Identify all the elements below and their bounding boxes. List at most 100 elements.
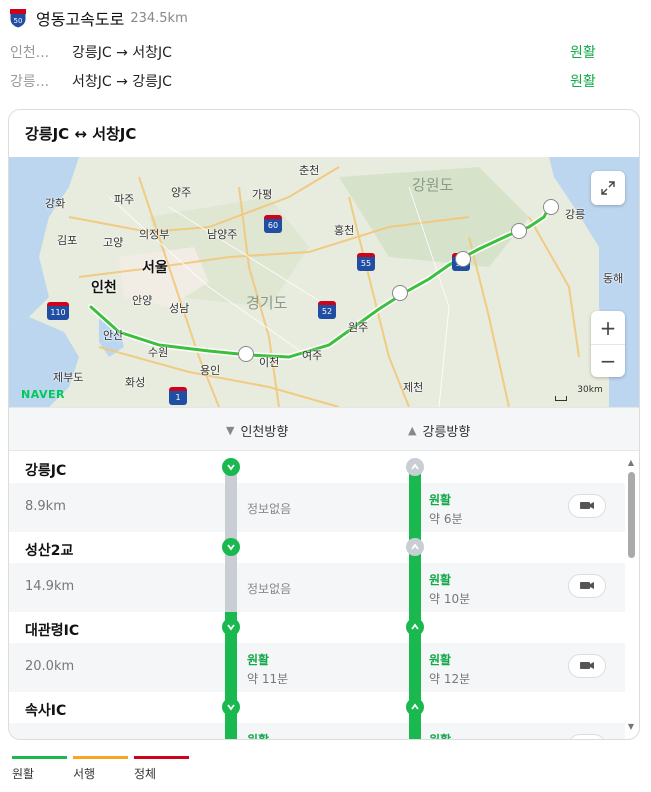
map-label: 홍천 xyxy=(334,224,355,237)
incheon-time: 약 11분 xyxy=(247,672,289,686)
map-label: 강릉 xyxy=(565,208,586,221)
segment-row: 성산2교 14.9km 정보없음 원활 약 10분 xyxy=(9,532,625,612)
map-label: 동해 xyxy=(603,272,624,285)
cctv-marker-icon[interactable] xyxy=(455,251,471,267)
down-arrow-icon xyxy=(222,698,240,716)
traffic-map[interactable]: 60 55 52 110 1 50 춘천 강원도 파주 양주 가평 강화 의정부… xyxy=(9,157,639,407)
up-arrow-icon xyxy=(406,618,424,636)
map-label: 강원도 xyxy=(412,176,454,194)
map-label: 경기도 xyxy=(246,294,288,312)
map-label: 인천 xyxy=(91,280,117,296)
incheon-info: 원활 약 11분 xyxy=(247,651,288,687)
direction-row-incheon[interactable]: 인천... 강릉JC → 서창JC 원활 xyxy=(10,41,610,63)
cctv-marker-icon[interactable] xyxy=(511,223,527,239)
highway-110-icon: 110 xyxy=(47,302,69,320)
segment-row: 대관령IC 20.0km 원활 약 11분 원활 약 12분 xyxy=(9,612,625,692)
gangneung-time: 약 10분 xyxy=(429,592,471,606)
zoom-in-button[interactable]: + xyxy=(591,311,625,344)
gangneung-status: 원활 xyxy=(429,653,452,667)
map-label: 여주 xyxy=(302,349,323,362)
gangneung-time: 약 6분 xyxy=(429,512,463,526)
gangneung-info: 원활 약 10분 xyxy=(429,571,470,607)
scroll-down-arrow-icon[interactable]: ▼ xyxy=(627,722,635,731)
incheon-status: 원활 xyxy=(247,653,270,667)
map-label: 김포 xyxy=(57,234,78,247)
map-label: 파주 xyxy=(114,193,135,206)
camera-icon xyxy=(580,582,594,589)
segment-distance: 8.9km xyxy=(25,499,66,514)
legend-item: 원활 xyxy=(12,756,67,782)
gangneung-status: 원활 xyxy=(429,573,452,587)
gangneung-info: 원활 약 12분 xyxy=(429,651,470,687)
gangneung-status: 원활 xyxy=(429,493,452,507)
map-label: 이천 xyxy=(259,356,280,369)
segment-name: 강릉JC xyxy=(25,463,67,479)
highway-1-icon: 1 xyxy=(169,387,187,405)
segment-name: 성산2교 xyxy=(25,543,74,559)
incheon-status: 원활 xyxy=(247,733,270,740)
cctv-marker-icon[interactable] xyxy=(543,199,559,215)
map-label: 강화 xyxy=(45,197,66,210)
down-triangle-icon: ▼ xyxy=(226,424,235,437)
gangneung-info: 원활 xyxy=(429,731,452,740)
up-arrow-icon xyxy=(406,458,424,476)
map-label: 화성 xyxy=(125,376,146,389)
svg-text:50: 50 xyxy=(14,17,23,25)
map-label: 가평 xyxy=(252,188,273,201)
incheon-status: 정보없음 xyxy=(247,582,292,596)
incheon-info: 원활 xyxy=(247,731,270,740)
cctv-button[interactable] xyxy=(568,654,606,678)
gangneung-info: 원활 약 6분 xyxy=(429,491,463,527)
scrollbar-thumb[interactable] xyxy=(628,472,635,558)
naver-logo: NAVER xyxy=(21,388,65,401)
segment-distance: 14.9km xyxy=(25,579,75,594)
scroll-up-arrow-icon[interactable]: ▲ xyxy=(627,458,635,467)
direction-status: 원활 xyxy=(570,45,596,61)
highway-60-icon: 60 xyxy=(264,215,282,233)
map-label: 제천 xyxy=(403,381,424,394)
highway-length: 234.5km xyxy=(130,10,188,26)
map-label: 안산 xyxy=(103,329,124,342)
camera-icon xyxy=(580,502,594,509)
segment-scrollbar[interactable]: ▲ ▼ xyxy=(627,458,635,731)
expand-map-button[interactable] xyxy=(591,171,625,205)
cctv-button[interactable] xyxy=(568,574,606,598)
map-scale: 30km xyxy=(555,385,625,401)
gangneung-status: 원활 xyxy=(429,733,452,740)
zoom-out-button[interactable]: − xyxy=(591,344,625,377)
segment-name: 속사IC xyxy=(25,703,67,719)
cctv-marker-icon[interactable] xyxy=(238,346,254,362)
cctv-button[interactable] xyxy=(568,494,606,518)
legend-item: 서행 xyxy=(73,756,128,782)
direction-row-gangneung[interactable]: 강릉... 서창JC → 강릉JC 원활 xyxy=(10,70,610,92)
section-title: 강릉JC ↔ 서창JC xyxy=(25,125,137,143)
direction-status: 원활 xyxy=(570,74,596,90)
segment-row: 속사IC 원활 원활 xyxy=(9,692,625,740)
highway-name: 영동고속도로 xyxy=(36,10,125,29)
map-label: 용인 xyxy=(200,364,221,377)
up-arrow-icon xyxy=(406,538,424,556)
scale-label: 30km xyxy=(577,385,603,395)
cctv-button[interactable] xyxy=(568,734,606,739)
highway-shield-icon: 50 xyxy=(8,7,28,29)
camera-icon xyxy=(580,662,594,669)
map-label: 수원 xyxy=(148,346,169,359)
down-arrow-icon xyxy=(222,458,240,476)
map-label: 서울 xyxy=(142,260,168,276)
column-incheon: ▼ 인천방향 xyxy=(226,424,289,440)
map-label: 의정부 xyxy=(139,228,170,241)
direction-columns-header: ▼ 인천방향 ▲ 강릉방향 xyxy=(9,407,639,451)
direction-from: 강릉... xyxy=(10,74,50,90)
map-label: 제부도 xyxy=(53,371,84,384)
zoom-control: + − xyxy=(591,311,625,377)
direction-route: 서창JC → 강릉JC xyxy=(72,74,172,90)
map-label: 춘천 xyxy=(299,164,320,177)
highway-52-icon: 52 xyxy=(318,301,336,319)
map-label: 안양 xyxy=(132,294,153,307)
gangneung-time: 약 12분 xyxy=(429,672,471,686)
segment-list[interactable]: 강릉JC 8.9km 정보없음 원활 약 6분 성산2교 14.9km 정보없음… xyxy=(9,452,639,740)
cctv-marker-icon[interactable] xyxy=(392,285,408,301)
legend-item: 정체 xyxy=(134,756,189,782)
down-arrow-icon xyxy=(222,618,240,636)
column-gangneung: ▲ 강릉방향 xyxy=(408,424,471,440)
